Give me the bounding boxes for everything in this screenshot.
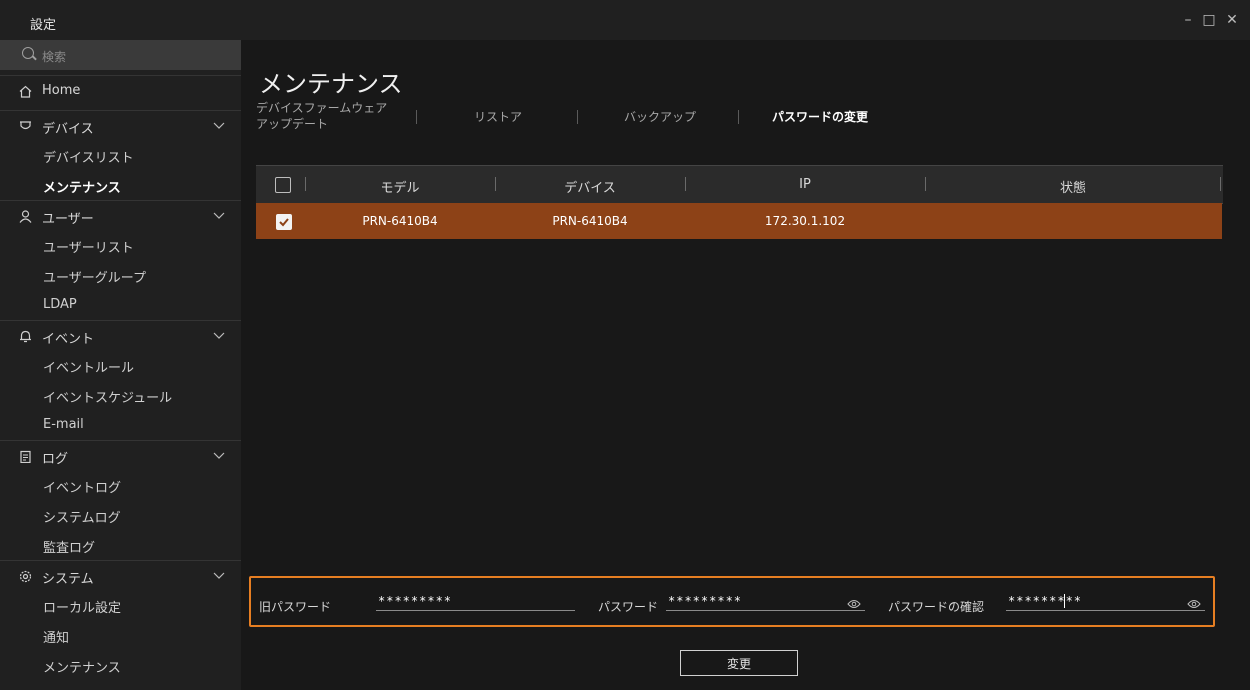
sidebar-item-label: イベントルール [43,361,135,376]
sidebar-item-home[interactable]: Home [0,75,241,106]
tab-divider [416,110,417,124]
column-header-device[interactable]: デバイス [495,177,685,196]
sidebar-item-label: ユーザーリスト [43,241,134,256]
eye-icon[interactable] [847,599,861,609]
sidebar-item-label: 監査ログ [43,541,96,556]
sidebar-item-label: システムログ [43,511,121,526]
sidebar-item-system-log[interactable]: システムログ [0,500,241,530]
gear-icon [19,570,32,583]
sidebar-item-label: ログ [42,452,69,467]
table-row[interactable]: PRN-6410B4 PRN-6410B4 172.30.1.102 [256,203,1222,239]
sidebar-group-device[interactable]: デバイス [0,110,241,141]
sidebar-item-label: イベントログ [43,481,122,496]
text-cursor [1064,594,1065,608]
sidebar-group-system[interactable]: システム [0,560,241,591]
password-form: 旧パスワード パスワード パスワードの確認 [249,576,1215,627]
sidebar-item-label: ユーザー [42,212,94,227]
sidebar-item-label: メンテナンス [43,181,121,196]
maximize-icon[interactable]: □ [1201,12,1217,28]
sidebar-item-event-log[interactable]: イベントログ [0,470,241,500]
tab-label-line1: デバイスファームウェア [256,101,388,115]
cell-device: PRN-6410B4 [552,214,628,228]
tab-firmware-update[interactable]: デバイスファームウェア アップデート [256,100,387,132]
sidebar-item-label: ローカル設定 [43,601,122,616]
sidebar-item-system-maintenance[interactable]: メンテナンス [0,650,241,680]
sidebar-item-email[interactable]: E-mail [0,410,241,440]
table-header: モデル デバイス IP 状態 [256,165,1223,204]
chevron-down-icon[interactable] [213,119,225,131]
old-password-label: 旧パスワード [259,600,332,614]
tab-divider [577,110,578,124]
chevron-down-icon[interactable] [213,329,225,341]
sidebar-item-label: ユーザーグループ [43,271,146,286]
close-icon[interactable]: ✕ [1224,12,1240,28]
log-icon [20,450,31,463]
minimize-icon[interactable]: – [1180,12,1196,28]
sidebar-item-audit-log[interactable]: 監査ログ [0,530,241,560]
sidebar-item-maintenance[interactable]: メンテナンス [0,170,241,200]
search-placeholder: 検索 [42,50,67,64]
old-password-input[interactable] [376,592,575,611]
chevron-down-icon[interactable] [213,209,225,221]
device-icon [20,121,31,130]
cell-model: PRN-6410B4 [362,214,438,228]
eye-icon[interactable] [1187,599,1201,609]
sidebar-item-user-list[interactable]: ユーザーリスト [0,230,241,260]
sidebar-item-ldap[interactable]: LDAP [0,290,241,320]
title-bar: 設定 – □ ✕ [0,0,1250,40]
sidebar-item-label: LDAP [43,297,77,312]
sidebar-group-event[interactable]: イベント [0,320,241,351]
search-input[interactable]: 検索 [0,40,241,70]
confirm-password-label: パスワードの確認 [888,600,985,614]
sidebar-item-label: デバイスリスト [43,151,134,166]
change-button[interactable]: 変更 [680,650,798,676]
sidebar-item-label: Home [42,83,81,98]
sidebar-item-label: イベントスケジュール [43,391,173,406]
new-password-label: パスワード [598,600,659,614]
main-content: メンテナンス デバイスファームウェア アップデート リストア バックアップ パス… [241,40,1250,690]
sidebar-item-label: メンテナンス [43,661,121,676]
sidebar-item-label: デバイス [42,122,94,137]
sidebar-item-label: システム [42,572,94,587]
select-all-checkbox[interactable] [275,177,291,193]
window-title: 設定 [30,18,57,33]
column-header-status[interactable]: 状態 [925,177,1221,196]
sidebar: 検索 Home デバイス デバイスリスト メンテナンス ユーザー ユーザーリスト… [0,40,242,690]
page-title: メンテナンス [259,70,403,98]
sidebar-item-local-settings[interactable]: ローカル設定 [0,590,241,620]
chevron-down-icon[interactable] [213,449,225,461]
column-divider [1220,177,1221,191]
sidebar-item-event-rule[interactable]: イベントルール [0,350,241,380]
tab-change-password[interactable]: パスワードの変更 [772,108,868,125]
tab-restore[interactable]: リストア [474,108,522,125]
user-icon [19,210,32,223]
sidebar-item-label: 通知 [43,631,70,646]
confirm-password-input[interactable] [1006,592,1205,611]
tab-divider [738,110,739,124]
column-header-model[interactable]: モデル [305,177,495,196]
tab-backup[interactable]: バックアップ [624,108,696,125]
sidebar-item-label: E-mail [43,417,84,432]
checkmark-icon [279,218,289,227]
column-header-ip[interactable]: IP [685,177,925,192]
chevron-down-icon[interactable] [213,569,225,581]
home-icon [19,85,32,98]
tab-label-line2: アップデート [256,117,329,131]
sidebar-group-user[interactable]: ユーザー [0,200,241,231]
sidebar-item-label: イベント [42,332,95,347]
sidebar-item-user-group[interactable]: ユーザーグループ [0,260,241,290]
new-password-input[interactable] [666,592,865,611]
row-checkbox[interactable] [276,214,292,230]
sidebar-item-notification[interactable]: 通知 [0,620,241,650]
sidebar-item-device-list[interactable]: デバイスリスト [0,140,241,170]
bell-icon [20,330,31,343]
sidebar-item-event-schedule[interactable]: イベントスケジュール [0,380,241,410]
sidebar-group-log[interactable]: ログ [0,440,241,471]
search-icon [22,47,34,59]
cell-ip: 172.30.1.102 [764,214,846,228]
